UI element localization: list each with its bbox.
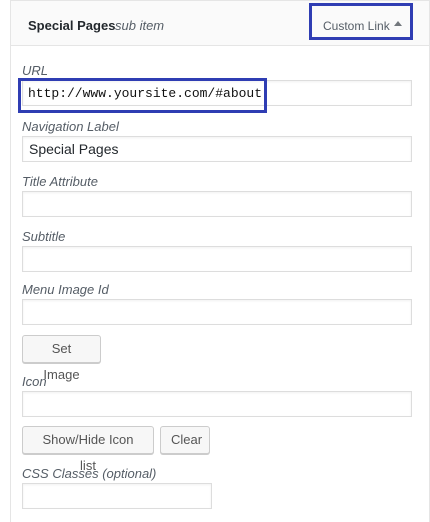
set-image-button[interactable]: Set Image [22,335,101,382]
icon-label: Icon [22,374,47,389]
item-type-toggle[interactable]: Custom Link [309,3,413,40]
menu-image-id-label: Menu Image Id [22,282,109,297]
item-type-label: Custom Link [323,19,390,33]
subtitle-label: Subtitle [22,229,66,244]
clear-button[interactable]: Clear [160,426,210,454]
title-attribute-input[interactable] [22,191,412,217]
title-attribute-label: Title Attribute [22,174,98,189]
subtitle-input[interactable] [22,246,412,272]
url-highlight-box [18,78,267,113]
menu-image-id-input[interactable] [22,299,412,325]
menu-item-subtitle: sub item [115,18,165,33]
css-classes-label: CSS Classes (optional) [22,466,157,481]
css-classes-input[interactable] [22,483,212,509]
navigation-label-input[interactable] [22,136,412,162]
show-hide-icon-list-button[interactable]: Show/Hide Icon list [22,426,154,473]
menu-item-header[interactable]: Special Pages sub item Custom Link [11,1,429,46]
navigation-label-label: Navigation Label [22,119,119,134]
menu-item-title: Special Pages [28,18,116,33]
url-label: URL [22,63,49,78]
icon-input[interactable] [22,391,412,417]
triangle-up-icon[interactable] [394,21,402,26]
